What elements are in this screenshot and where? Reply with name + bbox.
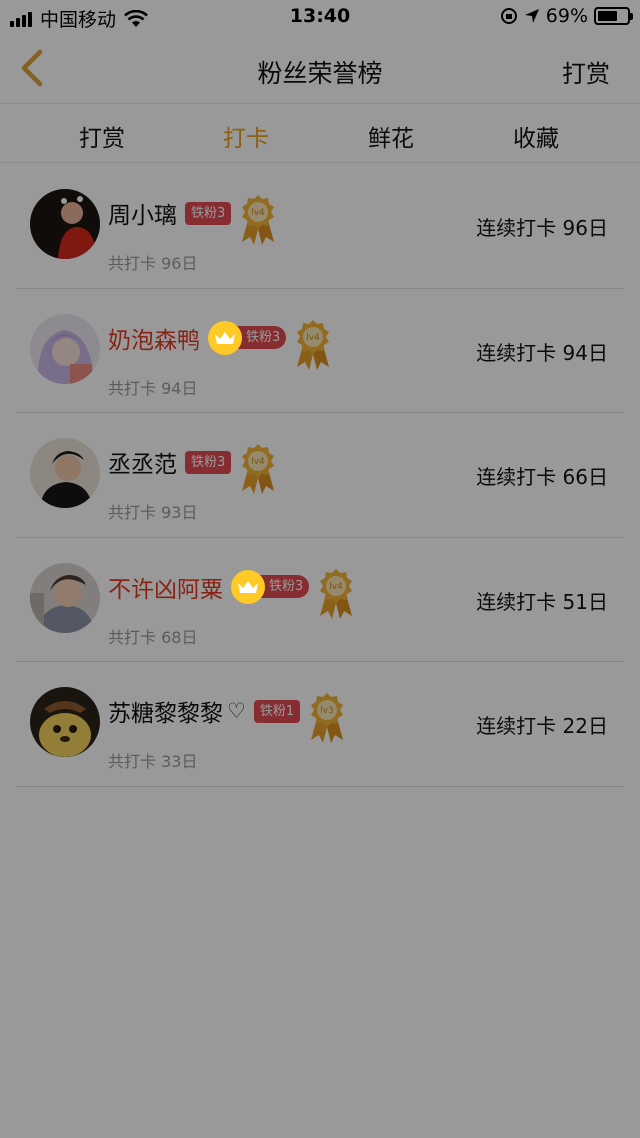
- total-checkin: 共打卡 33日: [108, 752, 198, 771]
- list-item[interactable]: 丞丞范 铁粉3 lv4 共打卡 93日 连续打卡 66日: [16, 413, 624, 538]
- avatar[interactable]: [30, 687, 100, 757]
- svg-text:lv4: lv4: [252, 457, 266, 467]
- crown-fan-badge: 铁粉3: [208, 320, 287, 355]
- svg-text:lv3: lv3: [320, 706, 334, 716]
- battery-icon: [594, 7, 633, 25]
- list-item[interactable]: 奶泡森鸭 铁粉3 lv4 共打卡 94日 连续打卡 94日: [16, 289, 624, 413]
- streak-checkin: 连续打卡 96日: [476, 216, 608, 240]
- crown-icon: [231, 569, 265, 604]
- crown-icon: [208, 320, 242, 355]
- medal-icon: lv3: [311, 693, 344, 743]
- user-name[interactable]: 周小璃: [108, 196, 177, 230]
- status-bar: 中国移动 13:40 69%: [0, 0, 640, 34]
- tab-collect[interactable]: 收藏: [476, 119, 596, 153]
- medal-icon: lv4: [242, 444, 275, 494]
- user-name[interactable]: 不许凶阿粟: [108, 570, 223, 604]
- tab-checkin[interactable]: 打卡: [186, 119, 306, 153]
- total-checkin: 共打卡 96日: [108, 254, 198, 273]
- avatar[interactable]: [30, 438, 100, 508]
- heart-icon: ♡: [227, 699, 246, 723]
- name-line: 丞丞范 铁粉3 lv4: [108, 444, 277, 494]
- battery-percent: 69%: [545, 5, 588, 27]
- total-checkin: 共打卡 94日: [108, 378, 198, 398]
- total-checkin: 共打卡 68日: [108, 627, 198, 647]
- streak-checkin: 连续打卡 66日: [476, 465, 608, 489]
- rotation-lock-icon: [500, 8, 517, 24]
- fan-badge: 铁粉3: [185, 450, 232, 474]
- svg-text:lv4: lv4: [307, 333, 321, 343]
- avatar[interactable]: [30, 189, 100, 259]
- svg-text:lv4: lv4: [252, 208, 266, 218]
- tab-bar: 打赏 打卡 鲜花 收藏: [0, 105, 640, 163]
- status-right: 69%: [500, 5, 633, 27]
- list-item[interactable]: 周小璃 铁粉3 lv4 共打卡 96日 连续打卡 96日: [16, 164, 624, 289]
- streak-checkin: 连续打卡 94日: [476, 340, 608, 365]
- list-item[interactable]: 苏糖黎黎黎 ♡ 铁粉1 lv3 共打卡 33日 连续打卡 22日: [16, 662, 624, 787]
- tab-flowers[interactable]: 鲜花: [331, 119, 451, 153]
- medal-icon: lv4: [320, 568, 353, 619]
- tip-button[interactable]: 打赏: [562, 54, 610, 89]
- location-icon: [524, 9, 539, 23]
- total-checkin: 共打卡 93日: [108, 503, 198, 522]
- tab-tip[interactable]: 打赏: [42, 119, 162, 153]
- crown-fan-badge: 铁粉3: [231, 569, 310, 604]
- user-name[interactable]: 苏糖黎黎黎: [108, 694, 223, 728]
- streak-checkin: 连续打卡 22日: [476, 714, 608, 738]
- avatar[interactable]: [30, 313, 100, 384]
- medal-icon: lv4: [242, 195, 275, 245]
- streak-checkin: 连续打卡 51日: [476, 589, 608, 614]
- nav-bar: 粉丝荣誉榜 打赏: [0, 34, 640, 104]
- avatar[interactable]: [30, 562, 100, 633]
- list-item[interactable]: 不许凶阿粟 铁粉3 lv4 共打卡 68日 连续打卡 51日: [16, 538, 624, 662]
- medal-icon: lv4: [297, 319, 330, 370]
- fan-badge: 铁粉1: [253, 699, 301, 723]
- page-title: 粉丝荣誉榜: [257, 59, 383, 88]
- name-line: 苏糖黎黎黎 ♡ 铁粉1 lv3: [108, 693, 346, 743]
- battery-fill: [598, 11, 618, 21]
- svg-text:lv4: lv4: [330, 582, 344, 592]
- name-line: 不许凶阿粟 铁粉3 lv4: [108, 568, 355, 619]
- ranking-list: 周小璃 铁粉3 lv4 共打卡 96日 连续打卡 96日 奶泡森鸭 铁粉3 lv…: [16, 164, 624, 787]
- name-line: 周小璃 铁粉3 lv4: [108, 195, 277, 245]
- fan-badge: 铁粉3: [185, 201, 232, 225]
- name-line: 奶泡森鸭 铁粉3 lv4: [108, 319, 332, 370]
- user-name[interactable]: 奶泡森鸭: [108, 321, 200, 355]
- user-name[interactable]: 丞丞范: [108, 445, 177, 479]
